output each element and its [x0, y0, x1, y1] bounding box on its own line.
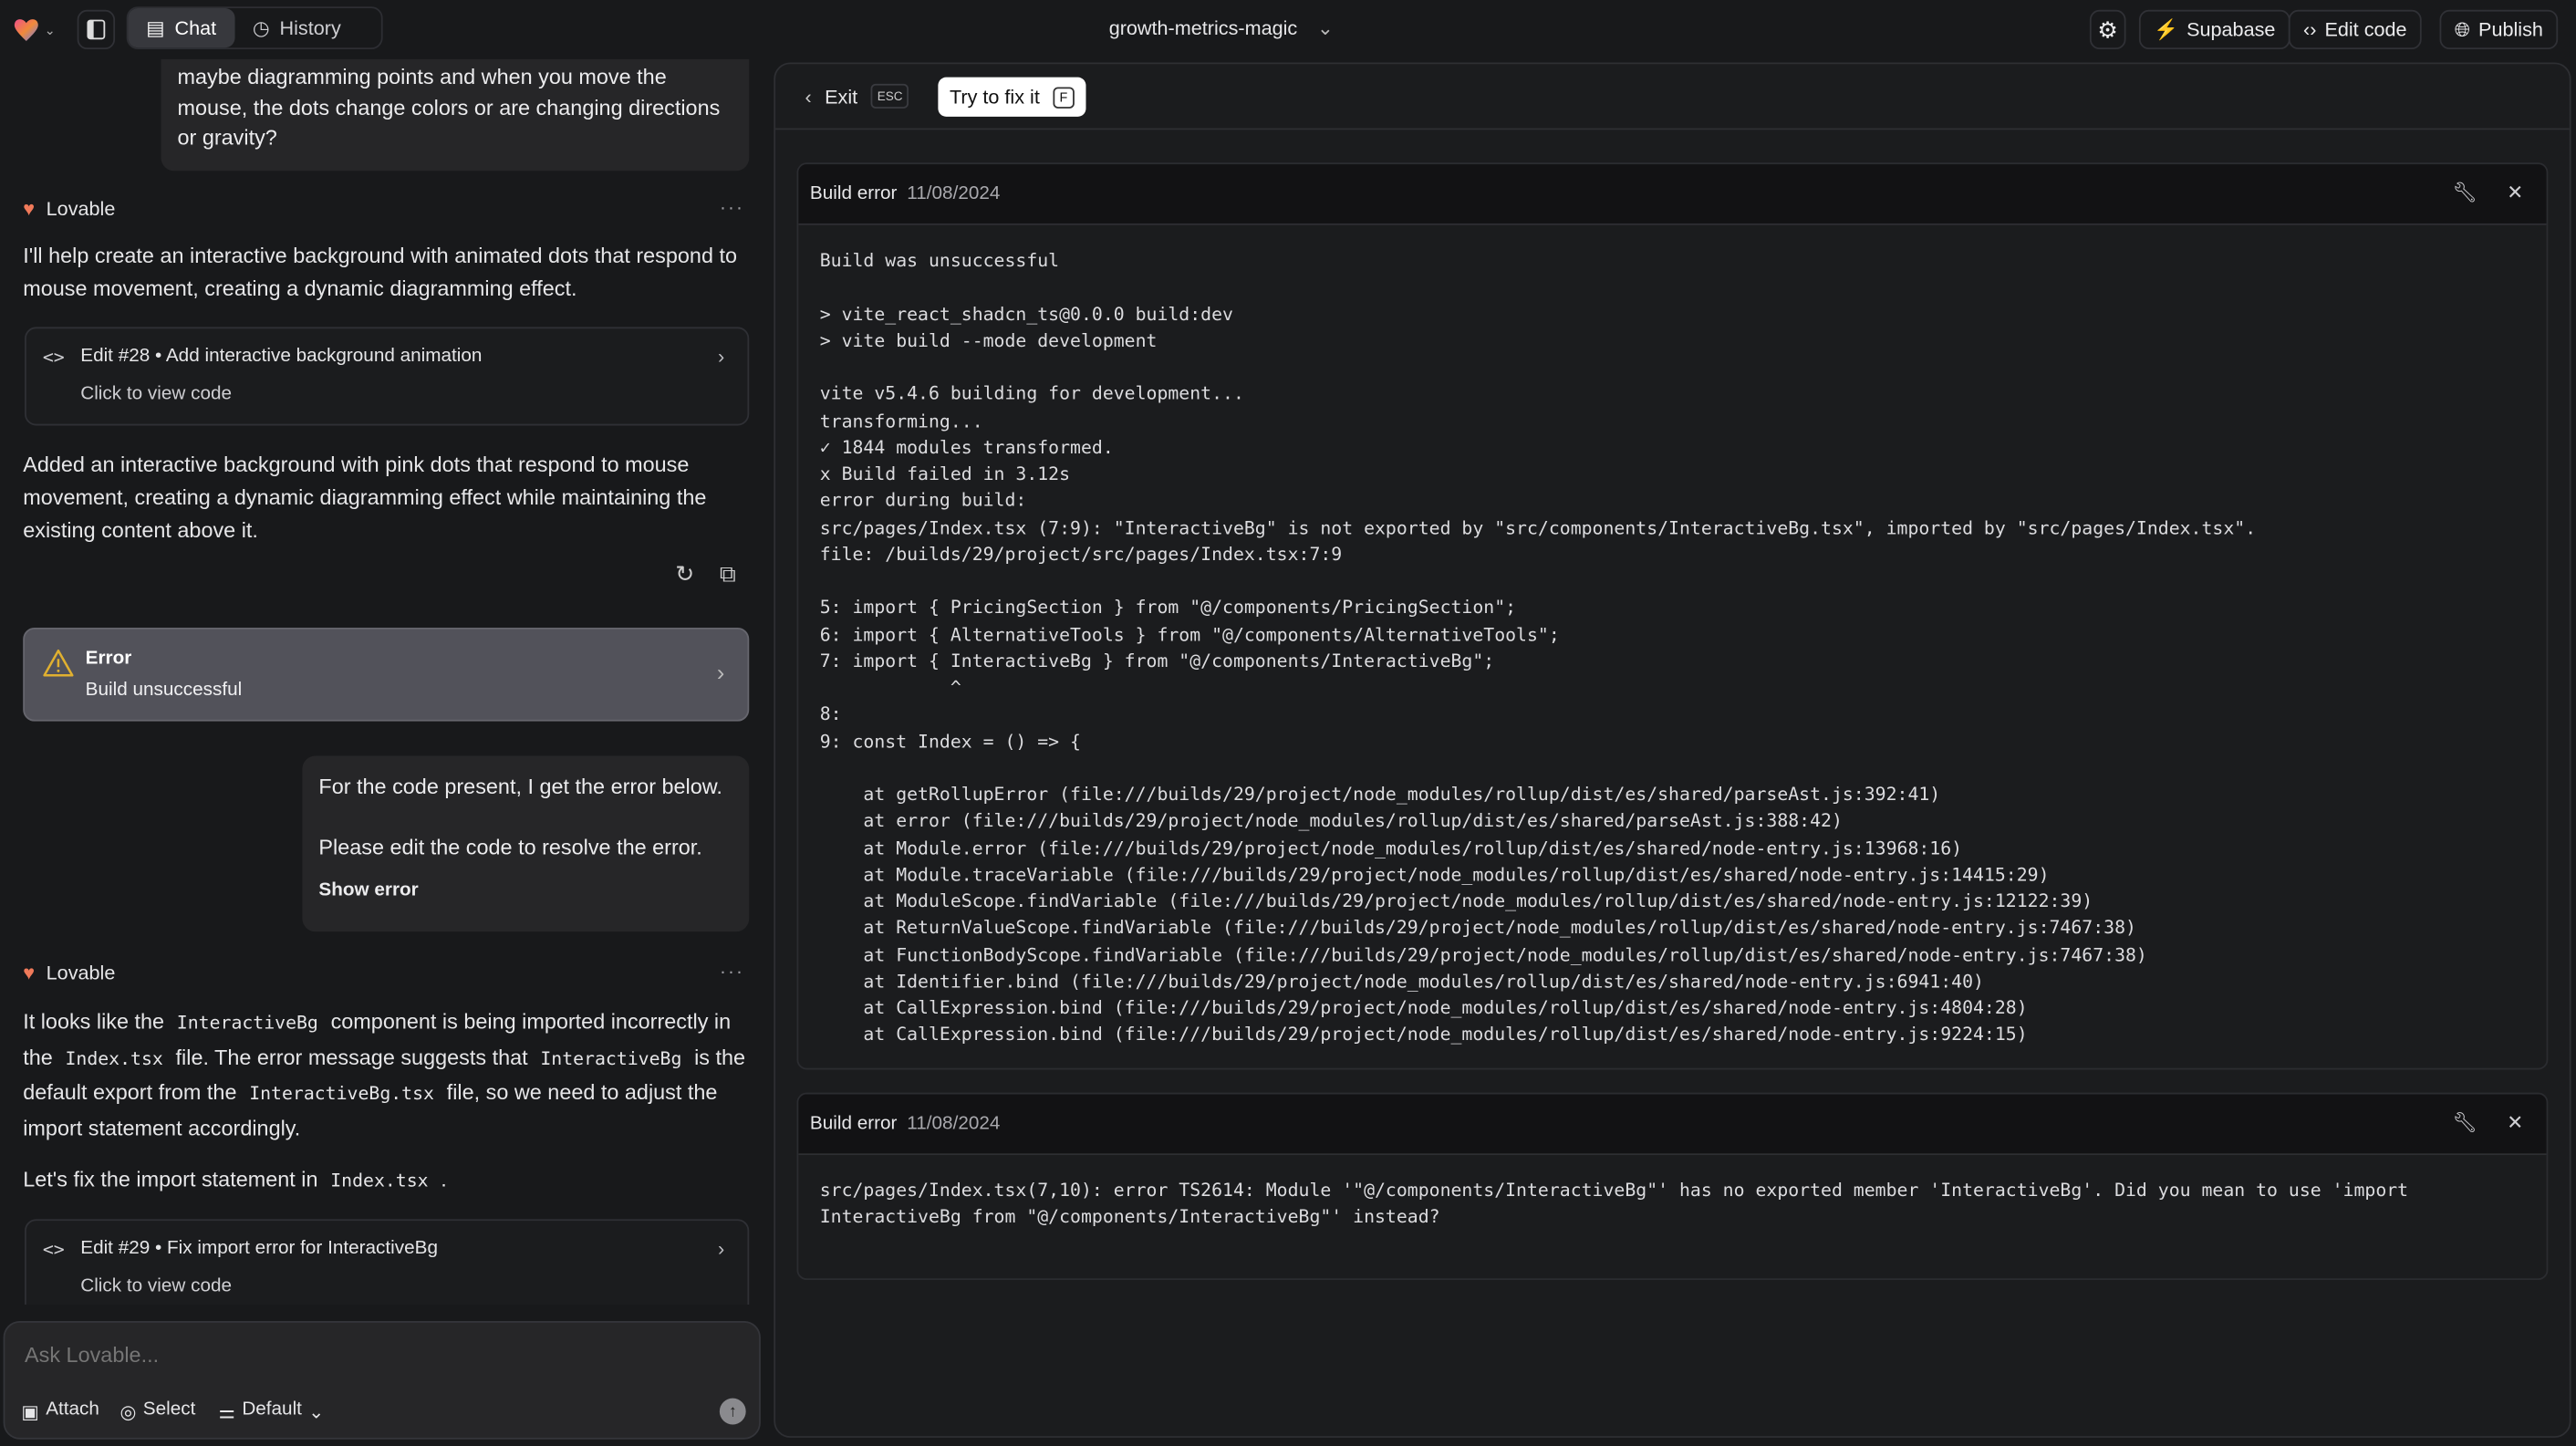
edit-card[interactable]: <> Edit #29 • Fix import error for Inter… — [25, 1219, 750, 1306]
message-text: . — [434, 1166, 447, 1191]
edit-card[interactable]: <> Edit #28 • Add interactive background… — [25, 327, 750, 426]
image-icon: ▣ — [21, 1403, 39, 1423]
sidebar-icon — [87, 19, 106, 40]
assistant-message: It looks like the InteractiveBg componen… — [23, 1005, 745, 1145]
inline-code: InteractiveBg — [176, 1012, 318, 1034]
lightning-icon: ⚡ — [2154, 17, 2179, 42]
restore-icon[interactable]: ↻ — [675, 560, 694, 588]
chat-scroll[interactable]: maybe diagramming points and when you mo… — [0, 58, 769, 1306]
lovable-heart-icon: ♥ — [23, 961, 36, 984]
supabase-button[interactable]: ⚡ Supabase — [2138, 9, 2290, 50]
code-icon: <> — [42, 1238, 65, 1261]
chat-input-box: ▣Attach ◎Select ⚌Default⌄ ↑ — [3, 1321, 761, 1440]
message-text: file. The error message suggests that — [170, 1044, 535, 1069]
open-external-icon[interactable]: ⧉ — [720, 560, 736, 588]
publish-button[interactable]: 🌐︎ Publish — [2439, 9, 2559, 50]
app-window: ⌄ ▤ Chat ◷ History growth-metrics-magic ⌄ … — [0, 0, 2576, 1446]
error-log: src/pages/Index.tsx(7,10): error TS2614:… — [819, 1180, 2409, 1228]
message-text: It looks like the — [23, 1008, 171, 1034]
code-icon: ‹› — [2303, 17, 2317, 42]
build-error-card: Build error 11/08/2024 🔧︎ ✕ src/pages/Inde… — [796, 1092, 2549, 1280]
close-icon[interactable]: ✕ — [2507, 1110, 2523, 1133]
edit-code-button[interactable]: ‹› Edit code — [2288, 9, 2422, 50]
chevron-down-icon: ⌄ — [44, 22, 56, 37]
chevron-left-icon: ‹ — [805, 84, 812, 108]
chevron-down-icon: ⌄ — [308, 1403, 325, 1423]
settings-button[interactable]: ⚙ — [2089, 9, 2126, 50]
target-icon: ◎ — [119, 1403, 137, 1423]
error-card[interactable]: Error Build unsuccessful › — [23, 627, 750, 722]
assistant-message: I'll help create an interactive backgrou… — [23, 243, 738, 301]
arrow-up-icon: ↑ — [728, 1402, 737, 1420]
error-log: Build was unsuccessful > vite_react_shad… — [819, 249, 2257, 1045]
history-icon: ◷ — [252, 16, 270, 40]
assistant-summary: Added an interactive background with pin… — [23, 452, 707, 543]
project-name: growth-metrics-magic — [1108, 16, 1298, 40]
view-tabs: ▤ Chat ◷ History — [126, 6, 383, 50]
project-selector[interactable]: growth-metrics-magic ⌄ — [1109, 16, 1334, 39]
chat-input[interactable] — [25, 1342, 715, 1368]
exit-button[interactable]: ‹ Exit ESC — [805, 83, 909, 109]
tab-history[interactable]: ◷ History — [234, 8, 359, 47]
tab-chat[interactable]: ▤ Chat — [128, 8, 235, 48]
sliders-icon: ⚌ — [218, 1403, 236, 1423]
build-error-card: Build error 11/08/2024 🔧︎ ✕ Build was unsu… — [796, 162, 2549, 1070]
esc-key-hint: ESC — [870, 83, 909, 109]
assistant-author: ♥ Lovable — [23, 197, 116, 221]
error-panel: ‹ Exit ESC Try to fix it F Build error 11… — [774, 62, 2571, 1438]
wrench-icon[interactable]: 🔧︎ — [2452, 181, 2477, 203]
globe-icon: 🌐︎ — [2454, 16, 2471, 41]
chevron-down-icon: ⌄ — [1316, 16, 1334, 40]
wrench-icon[interactable]: 🔧︎ — [2452, 1110, 2477, 1133]
warning-icon — [43, 649, 74, 677]
inline-code: InteractiveBg — [540, 1047, 682, 1069]
f-key-hint: F — [1053, 86, 1075, 108]
inline-code: InteractiveBg.tsx — [249, 1082, 434, 1105]
select-button[interactable]: ◎ Select — [119, 1399, 195, 1422]
heart-logo-icon — [14, 19, 38, 42]
more-options-icon[interactable]: ··· — [720, 195, 744, 218]
assistant-message: Let's fix the import statement in Index.… — [23, 1163, 745, 1198]
inline-code: Index.tsx — [65, 1047, 163, 1069]
code-icon: <> — [42, 347, 65, 369]
mode-dropdown[interactable]: ⚌ Default ⌄ — [219, 1399, 325, 1422]
divider — [775, 128, 2570, 130]
show-error-link[interactable]: Show error — [318, 876, 732, 906]
chevron-right-icon: › — [716, 659, 725, 686]
assistant-author: ♥ Lovable — [23, 961, 116, 984]
chat-icon: ▤ — [146, 16, 165, 40]
chevron-right-icon: › — [718, 345, 725, 369]
more-options-icon[interactable]: ··· — [720, 960, 744, 983]
user-message: maybe diagramming points and when you mo… — [161, 58, 750, 171]
chevron-right-icon: › — [718, 1237, 725, 1261]
attach-button[interactable]: ▣ Attach — [21, 1399, 99, 1422]
gear-icon: ⚙ — [2097, 16, 2119, 42]
try-to-fix-button[interactable]: Try to fix it F — [938, 77, 1086, 117]
close-icon[interactable]: ✕ — [2507, 181, 2523, 203]
user-message: For the code present, I get the error be… — [302, 755, 750, 932]
message-text: Let's fix the import statement in — [23, 1166, 325, 1191]
lovable-heart-icon: ♥ — [23, 197, 36, 221]
inline-code: Index.tsx — [330, 1170, 429, 1191]
lovable-logo[interactable]: ⌄ — [13, 15, 62, 44]
send-button[interactable]: ↑ — [719, 1398, 746, 1425]
toggle-sidebar-button[interactable] — [77, 9, 116, 50]
